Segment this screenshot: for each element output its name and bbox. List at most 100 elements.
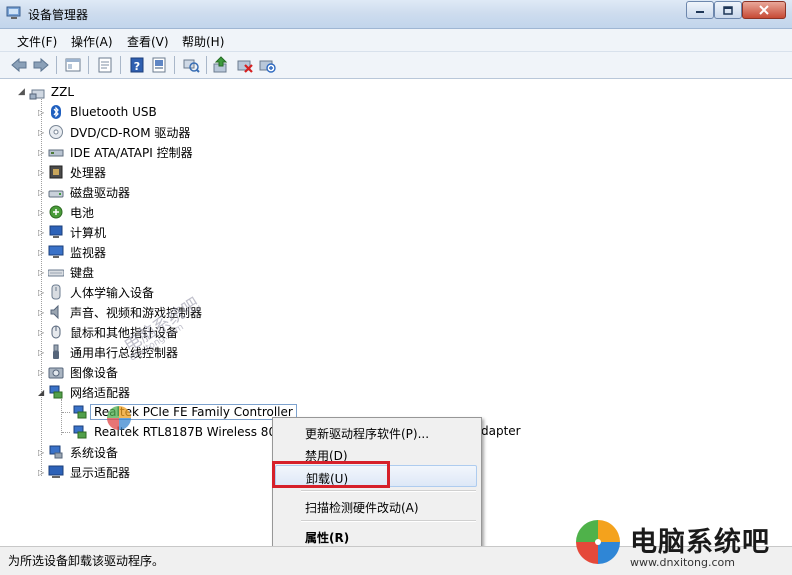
close-icon (759, 5, 769, 15)
window-title: 设备管理器 (28, 8, 89, 22)
expand-arrow-icon[interactable]: ▷ (38, 288, 48, 297)
status-text: 为所选设备卸载该驱动程序。 (8, 554, 165, 568)
processor-icon (49, 165, 63, 179)
expand-arrow-icon[interactable]: ▷ (38, 448, 48, 457)
network-card-icon (73, 425, 87, 439)
tree-category-node[interactable]: ▷ 人体学输入设备 (38, 283, 154, 301)
category-label: 系统设备 (70, 445, 119, 460)
toolbar-separator (206, 56, 207, 74)
imaging-device-icon (48, 367, 64, 379)
menu-file[interactable]: 文件(F) (17, 33, 57, 50)
category-label: Bluetooth USB (70, 105, 157, 119)
maximize-button[interactable] (714, 1, 742, 19)
battery-icon (49, 205, 63, 219)
menu-action[interactable]: 操作(A) (71, 33, 113, 50)
menu-help[interactable]: 帮助(H) (182, 33, 224, 50)
expand-arrow-icon[interactable]: ▷ (38, 248, 48, 257)
category-label: IDE ATA/ATAPI 控制器 (70, 145, 193, 160)
category-label: 计算机 (70, 225, 107, 240)
menu-scan-hardware[interactable]: 扫描检测硬件改动(A) (275, 495, 477, 517)
menu-bar: 文件(F) 操作(A) 查看(V) 帮助(H) (0, 29, 792, 52)
tree-view-icon[interactable] (64, 56, 82, 74)
highlight-annotation (272, 461, 390, 488)
tree-category-node[interactable]: ▷ 监视器 (38, 243, 106, 261)
forward-icon[interactable] (32, 56, 50, 74)
title-bar: 设备管理器 (0, 0, 792, 29)
tree-connector (62, 432, 70, 433)
tree-category-node[interactable]: ▷ 系统设备 (38, 443, 118, 461)
expand-arrow-icon[interactable]: ▷ (38, 368, 48, 377)
mouse-icon (51, 325, 61, 339)
minimize-icon (696, 11, 704, 13)
expand-arrow-icon[interactable]: ▷ (38, 128, 48, 137)
collapse-arrow-icon[interactable]: ◢ (18, 87, 25, 97)
scan-changes-icon[interactable] (182, 56, 200, 74)
tree-category-node[interactable]: ▷ 显示适配器 (38, 463, 130, 481)
scan-hardware-icon[interactable] (258, 56, 276, 74)
expand-arrow-icon[interactable]: ▷ (38, 268, 48, 277)
tree-category-node[interactable]: ▷ Bluetooth USB (38, 103, 157, 121)
tree-category-node[interactable]: ▷ IDE ATA/ATAPI 控制器 (38, 143, 193, 161)
expand-arrow-icon[interactable]: ▷ (38, 188, 48, 197)
tree-device-node[interactable]: Realtek RTL8187B Wireless 802 (72, 423, 284, 441)
expand-arrow-icon[interactable]: ▷ (38, 308, 48, 317)
toolbar-separator (120, 56, 121, 74)
uninstall-icon[interactable] (236, 56, 254, 74)
expand-arrow-icon[interactable]: ▷ (38, 228, 48, 237)
expand-arrow-icon[interactable]: ▷ (38, 148, 48, 157)
tree-category-node[interactable]: ▷ 处理器 (38, 163, 106, 181)
expand-arrow-icon[interactable]: ▷ (38, 208, 48, 217)
properties-icon[interactable] (96, 56, 114, 74)
expand-arrow-icon[interactable]: ▷ (38, 168, 48, 177)
minimize-button[interactable] (686, 1, 714, 19)
menu-separator (301, 490, 476, 492)
expand-arrow-icon[interactable]: ▷ (38, 348, 48, 357)
display-adapter-icon (48, 465, 64, 478)
tree-category-node[interactable]: ▷ 磁盘驱动器 (38, 183, 130, 201)
tree-category-node[interactable]: ▷ 计算机 (38, 223, 106, 241)
watermark-logo-icon (107, 406, 131, 430)
tree-connector (61, 399, 62, 435)
expand-arrow-icon[interactable]: ▷ (38, 468, 48, 477)
disk-drive-icon (48, 190, 64, 198)
back-icon[interactable] (10, 56, 28, 74)
show-hidden-icon[interactable] (150, 56, 168, 74)
expand-arrow-icon[interactable]: ▷ (38, 328, 48, 337)
update-driver-icon[interactable] (212, 56, 230, 74)
tree-category-node[interactable]: ▷ 图像设备 (38, 363, 118, 381)
toolbar-separator (56, 56, 57, 74)
menu-view[interactable]: 查看(V) (127, 33, 169, 50)
device-manager-icon (6, 6, 21, 19)
menu-separator (301, 520, 476, 522)
category-label: 网络适配器 (70, 385, 131, 400)
category-label: 电池 (70, 205, 95, 220)
menu-properties[interactable]: 属性(R) (275, 525, 477, 547)
category-label: 显示适配器 (70, 465, 131, 480)
brand-name: 电脑系统吧 (630, 527, 770, 558)
collapse-arrow-icon[interactable]: ◢ (38, 388, 48, 397)
hid-icon (51, 284, 61, 300)
tree-category-node[interactable]: ▷ 键盘 (38, 263, 94, 281)
toolbar-separator (88, 56, 89, 74)
help-icon[interactable]: ? (128, 56, 146, 74)
device-label-overflow: dapter (481, 424, 521, 438)
tree-root-node[interactable]: ◢ ZZL (18, 83, 74, 101)
ide-controller-icon (48, 149, 64, 157)
maximize-icon (723, 5, 733, 15)
keyboard-icon (48, 269, 64, 277)
expand-arrow-icon[interactable]: ▷ (38, 108, 48, 117)
tree-category-node[interactable]: ▷ DVD/CD-ROM 驱动器 (38, 123, 190, 141)
menu-update-driver[interactable]: 更新驱动程序软件(P)... (275, 421, 477, 443)
category-label: 图像设备 (70, 365, 119, 380)
tree-category-node[interactable]: ▷ 电池 (38, 203, 94, 221)
device-manager-window: 设备管理器 文件(F) 操作(A) 查看(V) 帮助(H) ? ◢ ZZL ▷ … (0, 0, 792, 575)
toolbar: ? (0, 52, 792, 79)
network-adapter-icon (49, 385, 63, 399)
category-label: 监视器 (70, 245, 107, 260)
close-button[interactable] (742, 1, 786, 19)
speaker-icon (50, 304, 59, 320)
category-label: 处理器 (70, 165, 107, 180)
monitor-icon (48, 245, 64, 258)
network-card-icon (73, 405, 87, 419)
tree-category-node-network[interactable]: ◢ 网络适配器 (38, 383, 130, 401)
